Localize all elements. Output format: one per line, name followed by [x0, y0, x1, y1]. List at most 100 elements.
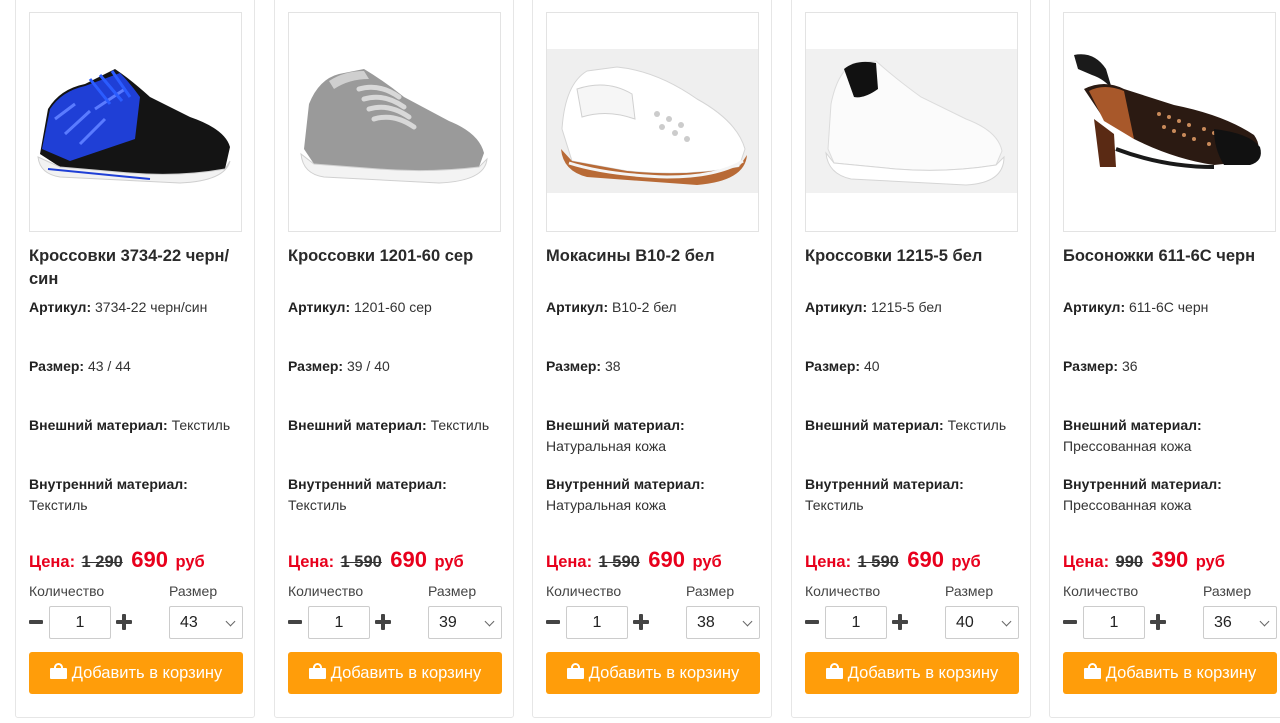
shopping-bag-icon [566, 663, 584, 679]
minus-icon[interactable] [805, 607, 819, 637]
size-select[interactable]: 43 [169, 606, 243, 639]
product-size: Размер: 40 [805, 358, 880, 374]
product-card: Босоножки 611-6C черн Артикул: 611-6C че… [1049, 0, 1280, 718]
product-article: Артикул: 1215-5 бел [805, 299, 942, 315]
old-price: 1 290 [81, 553, 123, 571]
size-select[interactable]: 38 [686, 606, 760, 639]
product-image-link[interactable] [288, 12, 501, 232]
shopping-bag-icon [1083, 663, 1101, 679]
shopping-bag-icon [49, 663, 67, 679]
product-price: Цена: 1 290 690 руб [29, 547, 205, 572]
product-card: Кроссовки 1201-60 сер Артикул: 1201-60 с… [274, 0, 514, 718]
size-select[interactable]: 36 [1203, 606, 1277, 639]
product-image-link[interactable] [805, 12, 1018, 232]
chevron-down-icon [225, 616, 236, 627]
new-price: 690 [390, 547, 427, 572]
add-to-cart-button[interactable]: Добавить в корзину [805, 652, 1019, 694]
product-image-link[interactable] [29, 12, 242, 232]
new-price: 390 [1151, 547, 1189, 572]
plus-icon[interactable] [892, 614, 908, 630]
add-to-cart-button[interactable]: Добавить в корзину [546, 652, 760, 694]
product-size: Размер: 43 / 44 [29, 358, 131, 374]
product-outer-material: Внешний материал: Текстиль [29, 417, 231, 433]
plus-icon[interactable] [116, 614, 132, 630]
size-select-label: Размер [686, 583, 735, 599]
size-select-label: Размер [945, 583, 994, 599]
new-price: 690 [907, 547, 944, 572]
quantity-label: Количество [546, 583, 622, 599]
chevron-down-icon [742, 616, 753, 627]
add-to-cart-button[interactable]: Добавить в корзину [29, 652, 243, 694]
plus-icon[interactable] [633, 614, 649, 630]
quantity-input[interactable]: 1 [825, 606, 887, 639]
product-title[interactable]: Кроссовки 1215-5 бел [805, 245, 1023, 268]
product-inner-material: Внутренний материал: Прессованная кожа [1063, 476, 1222, 513]
product-outer-material: Внешний материал: Текстиль [805, 417, 1007, 433]
plus-icon[interactable] [375, 614, 391, 630]
product-card: Кроссовки 1215-5 бел Артикул: 1215-5 бел… [791, 0, 1031, 718]
product-size: Размер: 36 [1063, 358, 1138, 374]
size-select[interactable]: 40 [945, 606, 1019, 639]
product-inner-material: Внутренний материал: Натуральная кожа [546, 476, 705, 513]
size-select-label: Размер [428, 583, 477, 599]
size-select[interactable]: 39 [428, 606, 502, 639]
quantity-label: Количество [288, 583, 364, 599]
product-size: Размер: 39 / 40 [288, 358, 390, 374]
product-image-link[interactable] [1063, 12, 1276, 232]
product-card: Мокасины B10-2 бел Артикул: B10-2 бел Ра… [532, 0, 772, 718]
quantity-label: Количество [805, 583, 881, 599]
product-price: Цена: 1 590 690 руб [288, 547, 464, 572]
product-outer-material: Внешний материал: Прессованная кожа [1063, 417, 1202, 454]
old-price: 1 590 [340, 553, 382, 571]
product-article: Артикул: B10-2 бел [546, 299, 677, 315]
product-title[interactable]: Босоножки 611-6C черн [1063, 245, 1280, 268]
minus-icon[interactable] [546, 607, 560, 637]
sneaker-grey-image [300, 69, 488, 184]
sneaker-white-image [806, 49, 1017, 193]
shopping-bag-icon [308, 663, 326, 679]
sandal-black-image [1074, 54, 1261, 169]
sneaker-black-blue-image [37, 69, 231, 184]
product-article: Артикул: 1201-60 сер [288, 299, 432, 315]
moccasin-white-image [547, 49, 758, 193]
minus-icon[interactable] [1063, 607, 1077, 637]
plus-icon[interactable] [1150, 614, 1166, 630]
product-article: Артикул: 611-6C черн [1063, 299, 1209, 315]
new-price: 690 [648, 547, 685, 572]
quantity-label: Количество [29, 583, 105, 599]
product-title[interactable]: Мокасины B10-2 бел [546, 245, 764, 268]
product-inner-material: Внутренний материал: Текстиль [288, 476, 447, 513]
shopping-bag-icon [825, 663, 843, 679]
product-size: Размер: 38 [546, 358, 621, 374]
chevron-down-icon [1001, 616, 1012, 627]
product-outer-material: Внешний материал: Текстиль [288, 417, 490, 433]
old-price: 990 [1115, 553, 1144, 571]
quantity-label: Количество [1063, 583, 1139, 599]
product-article: Артикул: 3734-22 черн/син [29, 299, 208, 315]
minus-icon[interactable] [288, 607, 302, 637]
product-price: Цена: 1 590 690 руб [805, 547, 981, 572]
product-title[interactable]: Кроссовки 3734-22 черн/син [29, 245, 247, 291]
product-price: Цена: 990 390 руб [1063, 547, 1225, 572]
add-to-cart-button[interactable]: Добавить в корзину [1063, 652, 1277, 694]
product-price: Цена: 1 590 690 руб [546, 547, 722, 572]
product-outer-material: Внешний материал: Натуральная кожа [546, 417, 685, 454]
product-grid: Кроссовки 3734-22 черн/син Артикул: 3734… [15, 0, 1280, 723]
chevron-down-icon [1259, 616, 1270, 627]
size-select-label: Размер [1203, 583, 1252, 599]
product-card: Кроссовки 3734-22 черн/син Артикул: 3734… [15, 0, 255, 718]
chevron-down-icon [484, 616, 495, 627]
minus-icon[interactable] [29, 607, 43, 637]
product-image-link[interactable] [546, 12, 759, 232]
size-select-label: Размер [169, 583, 218, 599]
quantity-input[interactable]: 1 [308, 606, 370, 639]
quantity-input[interactable]: 1 [566, 606, 628, 639]
product-title[interactable]: Кроссовки 1201-60 сер [288, 245, 506, 268]
product-inner-material: Внутренний материал: Текстиль [29, 476, 188, 513]
quantity-input[interactable]: 1 [1083, 606, 1145, 639]
product-inner-material: Внутренний материал: Текстиль [805, 476, 964, 513]
quantity-input[interactable]: 1 [49, 606, 111, 639]
new-price: 690 [131, 547, 168, 572]
add-to-cart-button[interactable]: Добавить в корзину [288, 652, 502, 694]
old-price: 1 590 [598, 553, 640, 571]
